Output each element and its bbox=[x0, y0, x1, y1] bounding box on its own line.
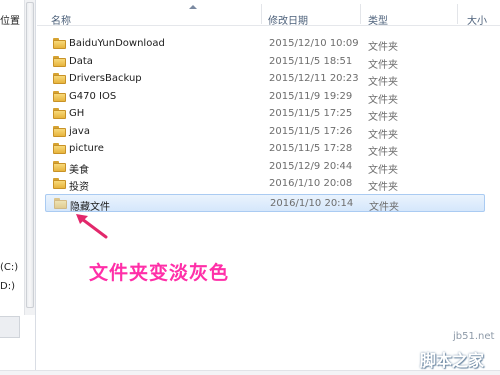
file-row[interactable]: G470 IOS 2015/11/9 19:29 文件夹 bbox=[45, 88, 485, 106]
nav-item-drive-c[interactable]: (C:) bbox=[0, 262, 18, 273]
folder-icon bbox=[53, 90, 66, 102]
file-type: 文件夹 bbox=[369, 201, 399, 213]
column-header: 名称 修改日期 类型 大小 bbox=[37, 0, 500, 27]
file-name: picture bbox=[69, 143, 104, 154]
file-row[interactable]: BaiduYunDownload 2015/12/10 10:09 文件夹 bbox=[45, 35, 485, 53]
column-header-size[interactable]: 大小 bbox=[467, 12, 487, 27]
file-row[interactable]: picture 2015/11/5 17:28 文件夹 bbox=[45, 140, 485, 158]
file-modified-date: 2015/12/9 20:44 bbox=[269, 160, 353, 172]
nav-pane-scrollbar[interactable] bbox=[24, 0, 35, 315]
file-type: 文件夹 bbox=[368, 164, 398, 176]
nav-pane-scrollbar-thumb[interactable] bbox=[26, 2, 34, 308]
file-modified-date: 2015/12/10 10:09 bbox=[269, 38, 359, 49]
watermark-domain: jb51.net bbox=[453, 331, 495, 342]
nav-pane-footer-button[interactable] bbox=[0, 316, 20, 338]
file-modified-date: 2015/11/5 17:25 bbox=[269, 108, 353, 119]
file-name: G470 IOS bbox=[69, 90, 117, 102]
file-modified-date: 2015/11/5 17:28 bbox=[269, 143, 353, 154]
file-name: 投资 bbox=[69, 182, 89, 193]
file-modified-date: 2015/11/5 18:51 bbox=[269, 55, 353, 67]
column-divider[interactable] bbox=[261, 4, 262, 24]
file-type: 文件夹 bbox=[368, 182, 398, 193]
file-row[interactable]: 隐藏文件 2016/1/10 20:14 文件夹 bbox=[45, 193, 485, 213]
file-modified-date: 2015/12/11 20:23 bbox=[269, 73, 359, 84]
file-row[interactable]: java 2015/11/5 17:26 文件夹 bbox=[45, 123, 485, 141]
navigation-pane: 位置 (C:) D:) bbox=[0, 0, 36, 375]
file-type: 文件夹 bbox=[368, 59, 398, 71]
nav-item-location[interactable]: 位置 bbox=[0, 12, 20, 27]
file-type: 文件夹 bbox=[368, 129, 398, 141]
file-row[interactable]: DriversBackup 2015/12/11 20:23 文件夹 bbox=[45, 70, 485, 88]
file-name: GH bbox=[69, 108, 85, 119]
folder-icon bbox=[53, 55, 66, 67]
nav-item-drive-d[interactable]: D:) bbox=[0, 281, 15, 292]
file-modified-date: 2016/1/10 20:14 bbox=[270, 197, 354, 209]
file-list: BaiduYunDownload 2015/12/10 10:09 文件夹 Data 2… bbox=[45, 35, 485, 213]
file-row[interactable]: Data 2015/11/5 18:51 文件夹 bbox=[45, 53, 485, 71]
column-divider[interactable] bbox=[360, 4, 361, 24]
column-header-date[interactable]: 修改日期 bbox=[268, 12, 308, 27]
file-type: 文件夹 bbox=[368, 147, 398, 158]
folder-icon bbox=[53, 108, 66, 119]
pointer-arrow-icon bbox=[76, 214, 108, 239]
file-modified-date: 2015/11/9 19:29 bbox=[269, 90, 353, 102]
file-type: 文件夹 bbox=[368, 94, 398, 106]
file-name: java bbox=[69, 125, 90, 137]
folder-icon bbox=[53, 125, 66, 137]
watermark-site-name: 脚本之家 bbox=[420, 351, 485, 370]
annotation-caption: 文件夹变淡灰色 bbox=[89, 262, 230, 284]
column-header-type[interactable]: 类型 bbox=[368, 12, 388, 27]
file-type: 文件夹 bbox=[368, 77, 398, 88]
file-name: DriversBackup bbox=[69, 73, 142, 84]
file-name: BaiduYunDownload bbox=[69, 38, 165, 49]
folder-icon bbox=[53, 178, 66, 189]
file-modified-date: 2016/1/10 20:08 bbox=[269, 178, 353, 189]
file-type: 文件夹 bbox=[368, 42, 398, 53]
column-header-name[interactable]: 名称 bbox=[51, 12, 71, 27]
file-type: 文件夹 bbox=[368, 112, 398, 123]
file-row[interactable]: 投资 2016/1/10 20:08 文件夹 bbox=[45, 175, 485, 193]
folder-icon bbox=[53, 73, 66, 84]
sort-ascending-icon bbox=[189, 5, 197, 9]
folder-icon bbox=[53, 38, 66, 49]
file-modified-date: 2015/11/5 17:26 bbox=[269, 125, 353, 137]
column-divider[interactable] bbox=[457, 4, 458, 24]
folder-icon bbox=[53, 160, 66, 172]
window-bottom-edge bbox=[0, 370, 500, 375]
file-row[interactable]: 美食 2015/12/9 20:44 文件夹 bbox=[45, 158, 485, 176]
folder-icon bbox=[53, 143, 66, 154]
file-name: 美食 bbox=[69, 164, 89, 176]
file-name: Data bbox=[69, 55, 93, 67]
folder-icon bbox=[54, 197, 67, 209]
file-row[interactable]: GH 2015/11/5 17:25 文件夹 bbox=[45, 105, 485, 123]
